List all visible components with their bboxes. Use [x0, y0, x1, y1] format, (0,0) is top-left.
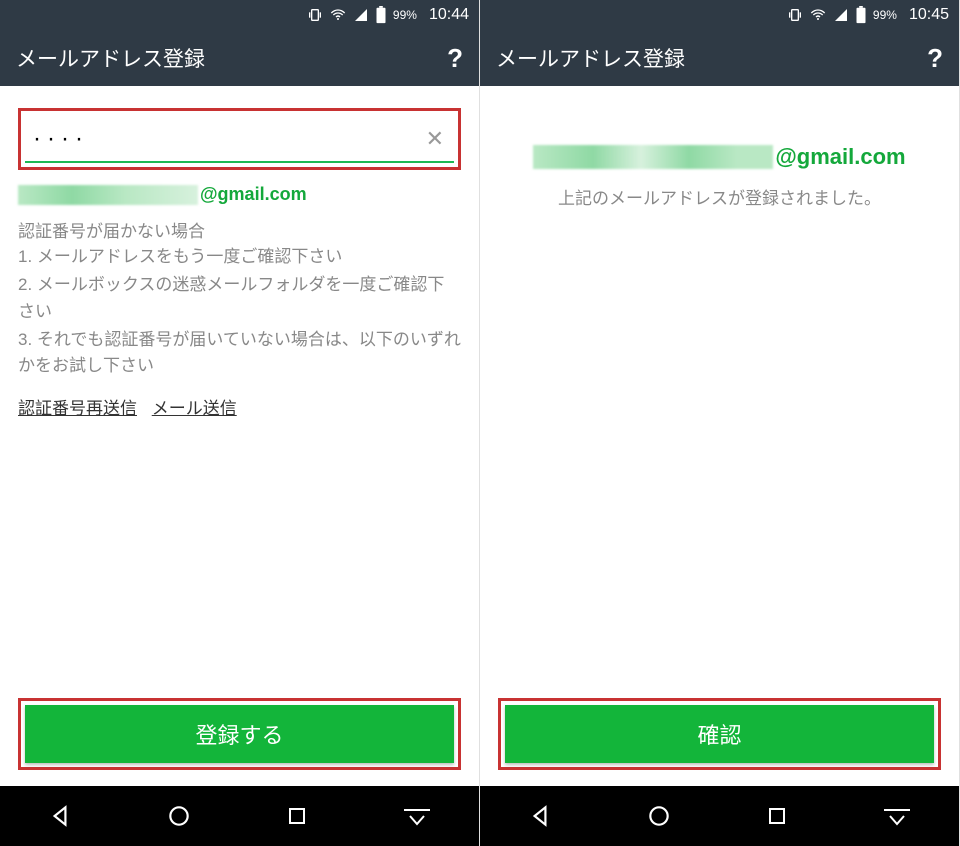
help-item-3: 3. それでも認証番号が届いていない場合は、以下のいずれかをお試し下さい — [18, 327, 461, 380]
email-domain: @gmail.com — [775, 144, 905, 170]
vibrate-icon — [787, 7, 803, 23]
email-local-redacted — [533, 145, 773, 169]
vibrate-icon — [307, 7, 323, 23]
content-area: ···· ✕ @gmail.com 認証番号が届かない場合 1. メールアドレス… — [0, 86, 479, 786]
spacer — [18, 419, 461, 698]
help-icon[interactable]: ? — [927, 43, 943, 74]
battery-percent: 99% — [873, 8, 897, 22]
spacer — [498, 209, 941, 698]
primary-button-highlight: 登録する — [18, 698, 461, 770]
home-icon[interactable] — [646, 803, 672, 829]
android-nav-bar — [480, 786, 959, 846]
help-item-2: 2. メールボックスの迷惑メールフォルダを一度ご確認下さい — [18, 272, 461, 325]
app-header: メールアドレス登録 ? — [480, 30, 959, 86]
code-input-highlight: ···· ✕ — [18, 108, 461, 170]
content-area: @gmail.com 上記のメールアドレスが登録されました。 確認 — [480, 86, 959, 786]
signal-icon — [833, 7, 849, 23]
wifi-icon — [809, 7, 827, 23]
battery-icon — [855, 6, 867, 24]
registered-email: @gmail.com — [498, 144, 941, 170]
primary-button-highlight: 確認 — [498, 698, 941, 770]
confirmation-block: @gmail.com 上記のメールアドレスが登録されました。 — [498, 144, 941, 209]
home-icon[interactable] — [166, 803, 192, 829]
clear-input-icon[interactable]: ✕ — [420, 126, 450, 152]
links-row: 認証番号再送信 メール送信 — [18, 394, 461, 419]
code-input-value[interactable]: ···· — [29, 125, 420, 153]
help-item-1: 1. メールアドレスをもう一度ご確認下さい — [18, 244, 461, 270]
app-header: メールアドレス登録 ? — [0, 30, 479, 86]
confirmation-message: 上記のメールアドレスが登録されました。 — [498, 184, 941, 209]
email-local-redacted — [18, 185, 198, 205]
page-title: メールアドレス登録 — [16, 43, 205, 73]
email-domain: @gmail.com — [200, 184, 307, 205]
battery-icon — [375, 6, 387, 24]
status-bar: 99% 10:45 — [480, 0, 959, 30]
status-bar: 99% 10:44 — [0, 0, 479, 30]
confirm-button[interactable]: 確認 — [505, 705, 934, 763]
recent-icon[interactable] — [285, 804, 309, 828]
register-button[interactable]: 登録する — [25, 705, 454, 763]
clock: 10:45 — [909, 6, 949, 24]
code-input-row[interactable]: ···· ✕ — [25, 115, 454, 163]
ime-toggle-icon[interactable] — [882, 804, 912, 828]
back-icon[interactable] — [47, 803, 73, 829]
battery-percent: 99% — [393, 8, 417, 22]
recent-icon[interactable] — [765, 804, 789, 828]
page-title: メールアドレス登録 — [496, 43, 685, 73]
back-icon[interactable] — [527, 803, 553, 829]
help-heading: 認証番号が届かない場合 — [18, 217, 461, 242]
status-icons: 99% — [307, 6, 417, 24]
send-mail-link[interactable]: メール送信 — [152, 399, 237, 418]
ime-toggle-icon[interactable] — [402, 804, 432, 828]
signal-icon — [353, 7, 369, 23]
status-icons: 99% — [787, 6, 897, 24]
screen-left: 99% 10:44 メールアドレス登録 ? ···· ✕ @gmail.com … — [0, 0, 480, 846]
clock: 10:44 — [429, 6, 469, 24]
resend-code-link[interactable]: 認証番号再送信 — [18, 399, 137, 418]
help-icon[interactable]: ? — [447, 43, 463, 74]
screen-right: 99% 10:45 メールアドレス登録 ? @gmail.com 上記のメールア… — [480, 0, 960, 846]
wifi-icon — [329, 7, 347, 23]
android-nav-bar — [0, 786, 479, 846]
registered-email: @gmail.com — [18, 184, 461, 205]
